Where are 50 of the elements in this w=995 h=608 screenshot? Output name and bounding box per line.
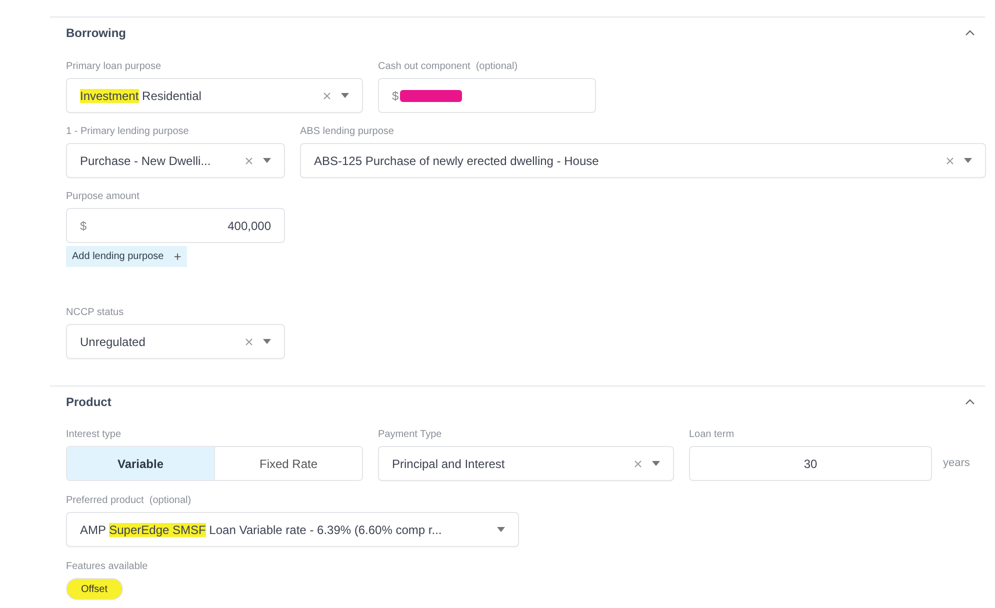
select-field[interactable]: Unregulated bbox=[66, 324, 285, 359]
select-value: Investment Residential bbox=[80, 88, 202, 104]
select-value: AMP SuperEdge SMSF Loan Variable rate - 6.39% (6.60% comp r... bbox=[80, 522, 442, 538]
select-field[interactable]: ABS-125 Purchase of newly erected dwelling - House bbox=[300, 143, 986, 178]
field-label: Purpose amount bbox=[66, 191, 140, 203]
collapse-chevron-icon[interactable] bbox=[965, 399, 975, 405]
field-label: Payment Type bbox=[378, 429, 443, 441]
input-field[interactable]: $ bbox=[378, 78, 596, 113]
select-value: Principal and Interest bbox=[392, 456, 505, 472]
amount-field[interactable]: $ 400,000 bbox=[66, 208, 285, 243]
clear-icon[interactable] bbox=[245, 338, 253, 346]
field-label: Cash out component (optional) bbox=[378, 61, 519, 73]
collapse-chevron-icon[interactable] bbox=[965, 30, 975, 36]
unit-label: years bbox=[943, 456, 970, 472]
amount-value: 400,000 bbox=[228, 218, 271, 234]
dropdown-caret-icon[interactable] bbox=[263, 339, 271, 344]
field-label: 1 - Primary lending purpose bbox=[66, 126, 190, 138]
dropdown-caret-icon[interactable] bbox=[497, 527, 505, 532]
field-label: ABS lending purpose bbox=[300, 126, 395, 138]
field-label: Features available bbox=[66, 561, 149, 573]
clear-icon[interactable] bbox=[323, 92, 331, 100]
dropdown-caret-icon[interactable] bbox=[341, 93, 349, 98]
toggle-option[interactable]: Fixed Rate bbox=[214, 447, 362, 480]
loan-term-field[interactable]: 30 bbox=[689, 446, 932, 481]
toggle-option[interactable]: Variable bbox=[67, 447, 214, 480]
section-title: Borrowing bbox=[66, 25, 126, 42]
dropdown-caret-icon[interactable] bbox=[652, 461, 660, 466]
field-label: Preferred product (optional) bbox=[66, 495, 192, 507]
select-field[interactable]: Purchase - New Dwelli... bbox=[66, 143, 285, 178]
section-title: Product bbox=[66, 394, 112, 411]
dropdown-caret-icon[interactable] bbox=[263, 158, 271, 163]
loan-term-value: 30 bbox=[804, 456, 818, 472]
clear-icon[interactable] bbox=[245, 156, 253, 164]
field-label: Interest type bbox=[66, 429, 122, 441]
select-field[interactable]: Principal and Interest bbox=[378, 446, 674, 481]
field-label: Primary loan purpose bbox=[66, 61, 162, 73]
select-field[interactable]: AMP SuperEdge SMSF Loan Variable rate - 6.39% (6.60% comp r... bbox=[66, 512, 519, 547]
field-label: Loan term bbox=[689, 429, 736, 441]
currency-symbol: $ bbox=[80, 218, 87, 234]
select-value: ABS-125 Purchase of newly erected dwelling - House bbox=[314, 152, 599, 170]
clear-icon[interactable] bbox=[634, 460, 642, 468]
select-field[interactable]: Investment Residential bbox=[66, 78, 363, 113]
dropdown-caret-icon[interactable] bbox=[964, 158, 972, 163]
select-value: Unregulated bbox=[80, 334, 146, 350]
feature-chip[interactable]: Offset bbox=[66, 578, 122, 600]
add-lending-purpose-button[interactable]: Add lending purpose + bbox=[66, 246, 188, 267]
currency-symbol: $ bbox=[392, 88, 399, 104]
clear-icon[interactable] bbox=[946, 156, 954, 164]
field-label: NCCP status bbox=[66, 307, 125, 319]
select-value: Purchase - New Dwelli... bbox=[80, 152, 211, 170]
